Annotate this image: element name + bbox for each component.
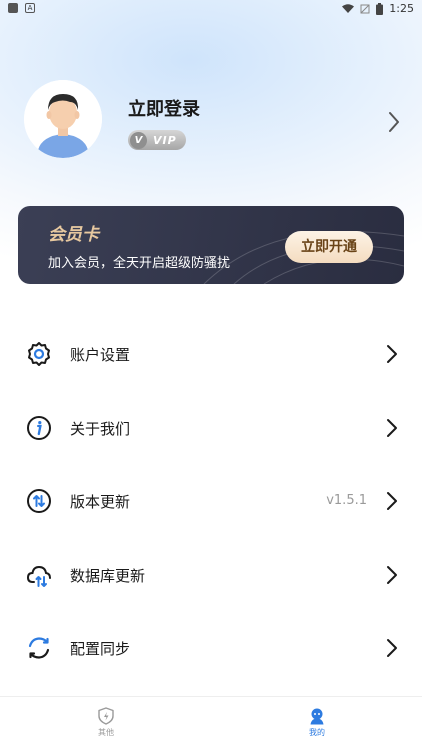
app-notification-icon: A: [25, 3, 35, 13]
battery-icon: [376, 2, 384, 15]
shield-bolt-icon: [98, 707, 114, 725]
open-membership-button[interactable]: 立即开通: [285, 231, 373, 263]
tab-label: 其他: [98, 728, 114, 737]
cloud-sync-icon: [26, 565, 51, 587]
menu-item-label: 关于我们: [70, 419, 131, 438]
menu-item-label: 版本更新: [70, 493, 131, 511]
menu-item-label: 数据库更新: [70, 566, 146, 585]
menu-item-label: 配置同步: [70, 640, 131, 658]
member-card-subtitle: 加入会员，全天开启超级防骚扰: [48, 256, 231, 271]
menu-item-config-sync[interactable]: 配置同步: [0, 611, 422, 685]
menu-item-account-settings[interactable]: 账户设置: [0, 317, 422, 391]
tab-label: 我的: [309, 728, 325, 737]
tab-other[interactable]: 其他: [76, 707, 136, 738]
status-bar: A 1:25: [0, 0, 422, 18]
update-arrows-icon: [27, 489, 51, 513]
login-link[interactable]: 立即登录: [128, 95, 200, 121]
menu-item-database-update[interactable]: 数据库更新: [0, 538, 422, 612]
status-time: 1:25: [389, 2, 414, 15]
vip-badge-label: VIP: [153, 133, 177, 147]
chevron-right-icon: [387, 345, 397, 363]
bottom-tab-bar: 其他 我的: [0, 696, 422, 750]
vip-badge: V VIP: [128, 130, 186, 150]
info-icon: [27, 415, 51, 440]
chevron-right-icon: [387, 418, 397, 437]
menu-item-about-us[interactable]: 关于我们: [0, 391, 422, 465]
avatar[interactable]: [24, 80, 102, 158]
member-card-title: 会员卡: [48, 225, 99, 245]
settings-menu: 账户设置 关于我们 版本更新 v1.5.1 数据库更新 配置同步: [0, 317, 422, 685]
notification-icon: [8, 3, 18, 13]
tab-mine[interactable]: 我的: [287, 707, 347, 738]
person-icon: [310, 708, 324, 725]
chevron-right-icon: [387, 565, 397, 584]
default-avatar-icon: [24, 80, 102, 158]
signal-off-icon: [360, 4, 370, 13]
profile-section[interactable]: 立即登录 V VIP: [0, 80, 422, 165]
chevron-right-icon[interactable]: [386, 110, 402, 134]
chevron-right-icon: [387, 492, 397, 510]
sync-circle-icon: [28, 637, 50, 659]
vip-v-icon: V: [130, 131, 147, 149]
wifi-icon: [342, 3, 355, 13]
version-value: v1.5.1: [326, 493, 367, 508]
menu-item-version-update[interactable]: 版本更新 v1.5.1: [0, 464, 422, 538]
gear-icon: [28, 342, 50, 366]
member-card[interactable]: 会员卡 加入会员，全天开启超级防骚扰 立即开通: [18, 206, 404, 284]
menu-item-label: 账户设置: [70, 346, 131, 364]
chevron-right-icon: [387, 639, 397, 657]
